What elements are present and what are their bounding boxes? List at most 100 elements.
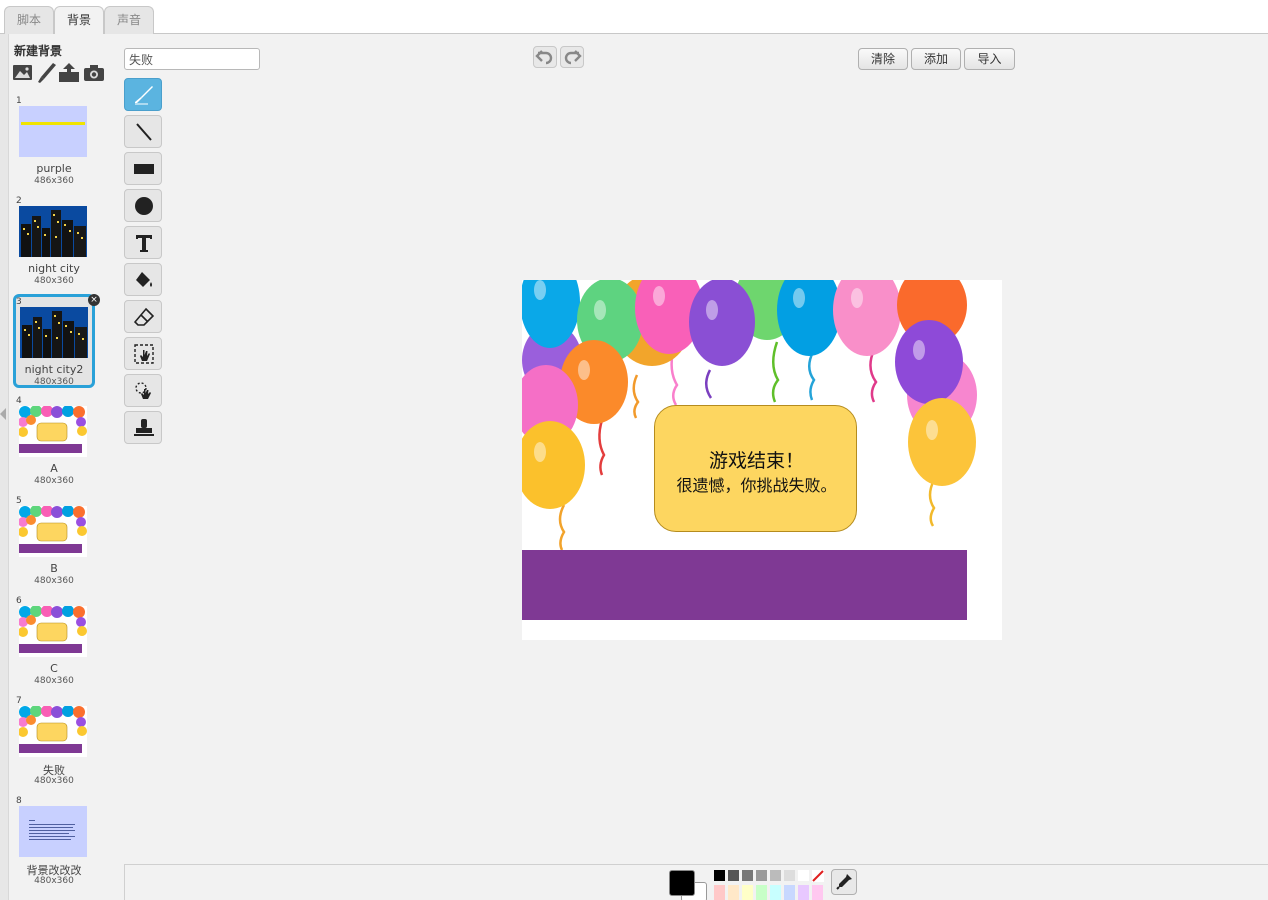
stamp-icon xyxy=(134,419,154,436)
upload-icon[interactable] xyxy=(58,62,80,84)
backdrop-thumbnail xyxy=(19,206,87,257)
palette-swatch[interactable] xyxy=(784,885,795,900)
backdrop-number: 2 xyxy=(16,196,22,206)
select-hand-icon xyxy=(134,344,154,364)
clear-button[interactable]: 清除 xyxy=(858,48,908,70)
backdrop-name: night city xyxy=(28,262,80,275)
ellipse-icon xyxy=(135,197,153,215)
palette-swatch[interactable] xyxy=(714,885,725,900)
backdrop-number: 3 xyxy=(16,297,22,307)
line-tool[interactable] xyxy=(124,115,162,148)
backdrop-name: purple xyxy=(36,162,72,175)
new-backdrop-toolbar xyxy=(12,62,107,86)
magic-select-icon xyxy=(135,382,151,399)
redo-button[interactable] xyxy=(560,46,584,68)
eraser-tool[interactable] xyxy=(124,300,162,333)
image-library-icon[interactable] xyxy=(12,62,34,84)
backdrop-item[interactable]: 2 night city 480x360 xyxy=(13,194,95,288)
costume-name-input[interactable] xyxy=(124,48,260,70)
fill-tool[interactable] xyxy=(124,263,162,296)
eyedropper-button[interactable] xyxy=(831,869,857,895)
tab-scripts[interactable]: 脚本 xyxy=(4,6,54,34)
rectangle-tool[interactable] xyxy=(124,152,162,185)
backdrop-item[interactable]: 8 背景改改改 480x360 xyxy=(13,794,95,888)
palette-swatch[interactable] xyxy=(798,870,809,881)
delete-backdrop-icon[interactable]: × xyxy=(88,294,100,306)
backdrop-size: 480x360 xyxy=(34,576,74,586)
collapse-arrow-icon[interactable] xyxy=(0,408,6,420)
backdrop-number: 8 xyxy=(16,796,22,806)
redo-icon xyxy=(564,50,582,65)
backdrop-item[interactable]: 4 A 480x360 xyxy=(13,394,95,488)
palette-swatch[interactable] xyxy=(742,870,753,881)
backdrop-size: 480x360 xyxy=(34,476,74,486)
backdrop-name: C xyxy=(50,662,58,675)
palette-swatch[interactable] xyxy=(728,870,739,881)
game-over-text: 游戏结束！ xyxy=(708,450,804,472)
select-tool[interactable] xyxy=(124,337,162,370)
text-tool[interactable] xyxy=(124,226,162,259)
backdrop-item[interactable]: 1 purple 486x360 xyxy=(13,94,95,188)
backdrop-number: 6 xyxy=(16,596,22,606)
palette-swatch[interactable] xyxy=(714,870,725,881)
palette-swatch[interactable] xyxy=(784,870,795,881)
transparent-color-icon[interactable] xyxy=(812,870,824,882)
primary-color-swatch[interactable] xyxy=(669,870,695,896)
paint-bucket-icon xyxy=(136,272,152,287)
backdrop-item-selected[interactable]: 3 night city2 480x360 × xyxy=(13,294,100,388)
tab-sounds[interactable]: 声音 xyxy=(104,6,154,34)
palette-swatch[interactable] xyxy=(756,885,767,900)
backdrop-size: 480x360 xyxy=(34,276,74,286)
backdrop-thumbnail xyxy=(19,106,87,157)
drawing-canvas[interactable]: 游戏结束！ 很遗憾，你挑战失败。 xyxy=(522,280,1002,640)
backdrop-thumbnail xyxy=(19,506,87,557)
failure-message-text: 很遗憾，你挑战失败。 xyxy=(676,476,837,495)
backdrop-thumbnail xyxy=(19,606,87,657)
paint-brush-icon[interactable] xyxy=(36,62,58,84)
import-button[interactable]: 导入 xyxy=(964,48,1015,70)
palette-swatch[interactable] xyxy=(756,870,767,881)
backdrop-number: 7 xyxy=(16,696,22,706)
backdrop-name: night city2 xyxy=(24,363,84,376)
rectangle-icon xyxy=(134,164,154,174)
palette-swatch[interactable] xyxy=(770,885,781,900)
ellipse-tool[interactable] xyxy=(124,189,162,222)
backdrop-item[interactable]: 7 失败 480x360 xyxy=(13,694,95,788)
palette-swatch[interactable] xyxy=(742,885,753,900)
backdrop-size: 480x360 xyxy=(34,776,74,786)
eyedropper-icon xyxy=(836,874,852,890)
line-icon xyxy=(136,123,152,141)
backdrop-thumbnail xyxy=(19,406,87,457)
backdrop-item[interactable]: 6 C 480x360 xyxy=(13,594,95,688)
backdrop-name: B xyxy=(50,562,58,575)
message-box: 游戏结束！ 很遗憾，你挑战失败。 xyxy=(654,405,857,532)
add-button[interactable]: 添加 xyxy=(911,48,961,70)
tab-bar: 脚本 背景 声音 xyxy=(0,0,1268,35)
backdrop-size: 486x360 xyxy=(34,176,74,186)
backdrop-thumbnail xyxy=(20,307,88,358)
backdrop-number: 5 xyxy=(16,496,22,506)
brush-icon xyxy=(135,86,153,105)
undo-icon xyxy=(535,50,553,65)
backdrop-name: A xyxy=(50,462,58,475)
new-backdrop-label: 新建背景 xyxy=(14,44,63,58)
palette-swatch[interactable] xyxy=(770,870,781,881)
backdrop-number: 4 xyxy=(16,396,22,406)
backdrop-size: 480x360 xyxy=(34,876,74,886)
camera-icon[interactable] xyxy=(83,62,105,84)
backdrop-item[interactable]: 5 B 480x360 xyxy=(13,494,95,588)
undo-button[interactable] xyxy=(533,46,557,68)
palette-swatch[interactable] xyxy=(812,885,823,900)
brush-tool[interactable] xyxy=(124,78,162,111)
backdrop-size: 480x360 xyxy=(34,377,74,387)
palette-swatch[interactable] xyxy=(798,885,809,900)
purple-banner xyxy=(522,550,967,620)
palette-swatch[interactable] xyxy=(728,885,739,900)
backdrop-size: 480x360 xyxy=(34,676,74,686)
stamp-tool[interactable] xyxy=(124,411,162,444)
backdrop-number: 1 xyxy=(16,96,22,106)
eraser-icon xyxy=(134,307,154,326)
tab-backdrops[interactable]: 背景 xyxy=(54,6,104,35)
text-icon xyxy=(136,235,152,252)
select-clone-tool[interactable] xyxy=(124,374,162,407)
